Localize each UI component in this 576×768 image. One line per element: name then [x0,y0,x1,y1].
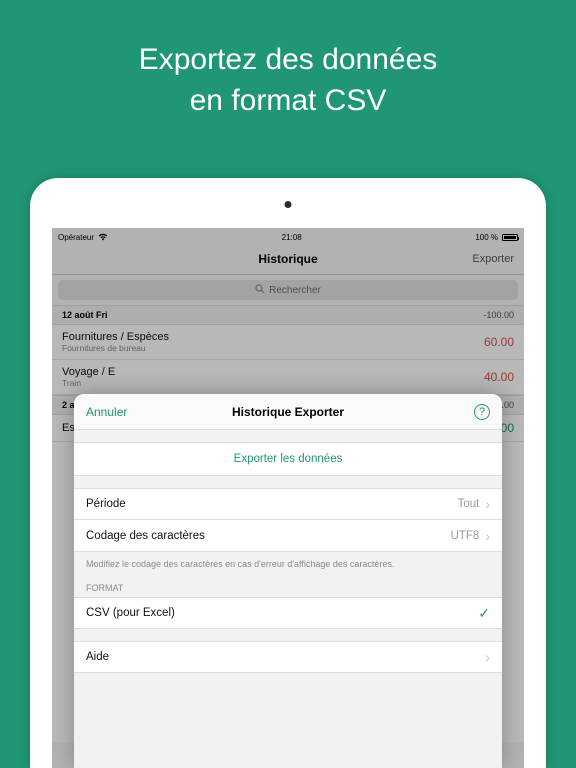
promo-line2: en format CSV [0,81,576,122]
help-icon[interactable]: ? [474,404,490,420]
promo-headline: Exportez des données en format CSV [0,0,576,121]
row-subtitle: Fournitures de bureau [62,343,169,353]
tablet-camera [285,201,292,208]
tablet-screen: Opérateur 21:08 100 % Historique Exporte… [52,228,524,768]
section-amount: -100.00 [483,310,514,320]
status-bar: Opérateur 21:08 100 % [52,228,524,243]
export-data-button[interactable]: Exporter les données [74,442,502,476]
chevron-right-icon: › [485,496,490,512]
promo-backdrop: Exportez des données en format CSV Opéra… [0,0,576,768]
list-item[interactable]: Voyage / E Train 40.00 [52,360,524,395]
format-csv-cell[interactable]: CSV (pour Excel) ✓ [74,597,502,629]
period-label: Période [86,498,126,510]
search-icon [255,284,265,297]
export-data-label: Exporter les données [234,453,343,465]
chevron-right-icon: › [485,649,490,665]
modal-title: Historique Exporter [232,405,344,419]
format-csv-label: CSV (pour Excel) [86,607,175,619]
battery-percent: 100 % [475,233,498,242]
encoding-note: Modifiez le codage des caractères en cas… [74,552,502,569]
row-amount: 60.00 [484,335,514,349]
nav-title: Historique [258,252,317,266]
list-section-header: 12 août Fri -100.00 [52,305,524,325]
encoding-value: UTF8 [451,530,480,542]
period-cell[interactable]: Période Tout › [74,488,502,520]
encoding-cell[interactable]: Codage des caractères UTF8 › [74,520,502,552]
clock: 21:08 [282,233,302,242]
format-section-label: FORMAT [74,569,502,597]
row-title: Fournitures / Espèces [62,331,169,343]
checkmark-icon: ✓ [478,605,490,622]
search-placeholder: Rechercher [269,285,321,296]
period-value: Tout [458,498,480,510]
nav-bar: Historique Exporter [52,243,524,275]
modal-nav: Annuler Historique Exporter ? [74,394,502,430]
encoding-label: Codage des caractères [86,530,205,542]
list-item[interactable]: Fournitures / Espèces Fournitures de bur… [52,325,524,360]
cancel-button[interactable]: Annuler [86,405,127,419]
help-label: Aide [86,651,109,663]
help-cell[interactable]: Aide › [74,641,502,673]
row-subtitle: Train [62,378,115,388]
search-field[interactable]: Rechercher [58,280,518,300]
wifi-icon [98,233,108,243]
export-button[interactable]: Exporter [472,253,514,265]
tablet-frame: Opérateur 21:08 100 % Historique Exporte… [30,178,546,768]
carrier-label: Opérateur [58,233,94,242]
export-modal: Annuler Historique Exporter ? Exporter l… [74,394,502,768]
section-date: 12 août Fri [62,310,108,320]
chevron-right-icon: › [485,528,490,544]
row-amount: 40.00 [484,370,514,384]
row-title: Voyage / E [62,366,115,378]
promo-line1: Exportez des données [0,40,576,81]
battery-icon [502,234,518,241]
